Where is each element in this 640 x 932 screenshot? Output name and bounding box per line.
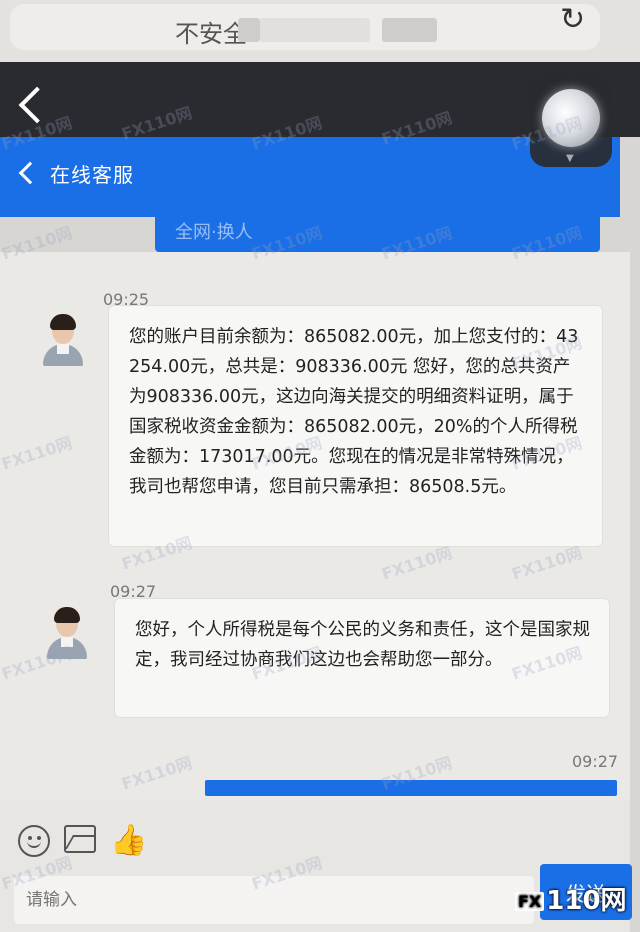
image-icon[interactable] xyxy=(64,825,96,853)
url-text: 不安全 xyxy=(175,20,247,48)
header-tab-label: 全网·换人 xyxy=(175,222,253,243)
logo-fx: FX xyxy=(515,892,545,911)
thumbs-up-icon[interactable]: 👍 xyxy=(110,825,147,857)
message-time: 09:27 xyxy=(572,752,619,771)
message-bubble: 您的账户目前余额为：865082.00元，加上您支付的：43254.00元，总共… xyxy=(108,305,603,547)
message-bubble: 您好，个人所得税是每个公民的义务和责任，这个是国家规定，我司经过协商我们这边也会… xyxy=(114,598,610,718)
url-redacted xyxy=(260,18,370,42)
emoji-icon[interactable] xyxy=(18,825,50,857)
agent-avatar xyxy=(44,607,90,659)
assist-dot-icon xyxy=(542,89,600,147)
page-title: 在线客服 xyxy=(50,163,134,187)
chevron-left-icon[interactable] xyxy=(18,161,42,185)
url-redacted xyxy=(382,18,437,42)
chat-header: 在线客服 xyxy=(0,137,620,217)
message-input[interactable] xyxy=(14,876,534,924)
user-message-bubble xyxy=(205,780,617,796)
logo-text: 110网 xyxy=(546,886,627,916)
agent-avatar xyxy=(40,314,86,366)
reload-icon[interactable]: ↻ xyxy=(560,2,585,37)
url-bar[interactable]: 不安全 xyxy=(10,4,600,50)
back-icon[interactable] xyxy=(18,86,56,124)
floating-assist-button[interactable]: ▼ xyxy=(530,75,612,167)
chevron-down-icon: ▼ xyxy=(566,153,574,164)
header-tab[interactable]: 全网·换人 xyxy=(155,210,600,252)
browser-bar: 不安全 ↻ xyxy=(0,0,640,62)
site-logo: FX 110网 xyxy=(515,880,635,922)
url-redacted xyxy=(238,18,260,42)
